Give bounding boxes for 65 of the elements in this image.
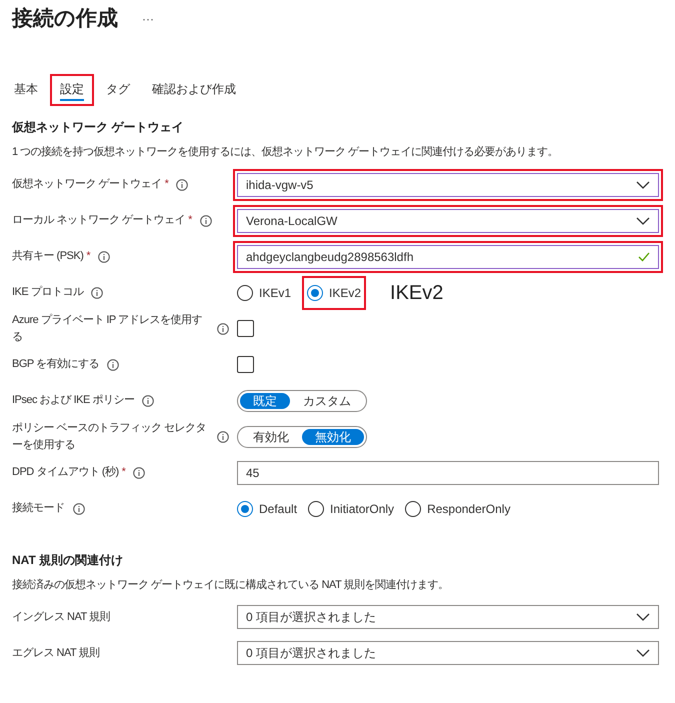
field-value: 0 項目が選択されました <box>246 609 376 626</box>
field-label: 仮想ネットワーク ゲートウェイ * <box>12 176 168 192</box>
section-heading: NAT 規則の関連付け <box>12 552 124 568</box>
radio-label: InitiatorOnly <box>330 500 394 518</box>
info-icon[interactable] <box>91 286 104 298</box>
field-label: DPD タイムアウト (秒) * <box>12 465 126 480</box>
info-icon[interactable] <box>72 502 84 514</box>
field-label: 接続モード <box>12 500 64 516</box>
info-icon[interactable] <box>98 250 110 262</box>
field-label: イングレス NAT 規則 <box>12 610 110 625</box>
section-heading: 仮想ネットワーク ゲートウェイ <box>12 119 184 136</box>
field-label: Azure プライベート IP アドレスを使用する <box>12 312 204 344</box>
section-description: 1 つの接続を持つ仮想ネットワークを使用するには、仮想ネットワーク ゲートウェイに関連付ける必要があります。 <box>12 144 560 160</box>
field-label: エグレス NAT 規則 <box>12 646 100 661</box>
field-value: ihida-vgw-v5 <box>246 176 314 194</box>
field-value: Verona-LocalGW <box>246 212 338 230</box>
field-label: IPsec および IKE ポリシー <box>12 393 134 408</box>
section-description: 接続済みの仮想ネットワーク ゲートウェイに既に構成されている NAT 規則を関連付けます。 <box>12 578 450 592</box>
tab[interactable]: タグ <box>106 79 130 101</box>
toggle-option[interactable]: 既定 <box>240 392 290 408</box>
chevron-down-icon <box>636 649 650 657</box>
radio-label: IKEv1 <box>259 284 292 302</box>
field-label: ローカル ネットワーク ゲートウェイ * <box>12 213 192 228</box>
dropdown-field[interactable]: 0 項目が選択されました <box>237 605 659 629</box>
checkbox[interactable] <box>237 356 254 373</box>
field-label: IKE プロトコル <box>12 284 84 300</box>
checkbox[interactable] <box>237 320 254 337</box>
radio-button[interactable] <box>307 284 324 300</box>
chevron-down-icon <box>636 180 650 188</box>
info-icon[interactable] <box>133 466 146 478</box>
annotation-text: IKEv2 <box>390 280 444 306</box>
toggle-option[interactable]: カスタム <box>290 392 364 408</box>
radio-label: Default <box>259 500 298 518</box>
field-label: 共有キー (PSK) * <box>12 249 90 264</box>
input-field[interactable]: ahdgeyclangbeudg2898563ldfh <box>237 244 659 268</box>
toggle-option[interactable]: 無効化 <box>302 428 364 444</box>
dropdown-field[interactable]: Verona-LocalGW <box>237 208 659 232</box>
toggle-option[interactable]: 有効化 <box>240 428 302 444</box>
info-icon[interactable] <box>217 430 229 442</box>
info-icon[interactable] <box>217 322 229 334</box>
chevron-down-icon <box>636 216 650 224</box>
dropdown-field[interactable]: ihida-vgw-v5 <box>237 172 659 196</box>
info-icon[interactable] <box>142 394 154 406</box>
tab[interactable]: 確認および作成 <box>152 79 236 101</box>
field-value: 45 <box>246 464 260 482</box>
radio-label: ResponderOnly <box>427 500 510 518</box>
chevron-down-icon <box>636 613 650 621</box>
tab[interactable]: 基本 <box>14 79 38 101</box>
radio-button[interactable] <box>237 284 253 300</box>
input-field[interactable]: 45 <box>237 460 659 484</box>
info-icon[interactable] <box>176 178 188 190</box>
field-label: BGP を有効にする <box>12 357 100 372</box>
field-label: ポリシー ベースのトラフィック セレクターを使用する <box>12 421 208 452</box>
radio-label: IKEv2 <box>329 284 362 302</box>
radio-button[interactable] <box>237 500 253 516</box>
field-value: ahdgeyclangbeudg2898563ldfh <box>246 248 414 266</box>
more-button[interactable]: ··· <box>142 10 154 28</box>
radio-button[interactable] <box>405 500 422 516</box>
radio-button[interactable] <box>308 500 324 516</box>
page-title: 接続の作成 <box>12 6 118 32</box>
dropdown-field[interactable]: 0 項目が選択されました <box>237 641 659 665</box>
field-value: 0 項目が選択されました <box>246 645 376 662</box>
tab[interactable]: 設定 <box>60 79 84 101</box>
info-icon[interactable] <box>200 214 212 226</box>
info-icon[interactable] <box>107 358 120 370</box>
